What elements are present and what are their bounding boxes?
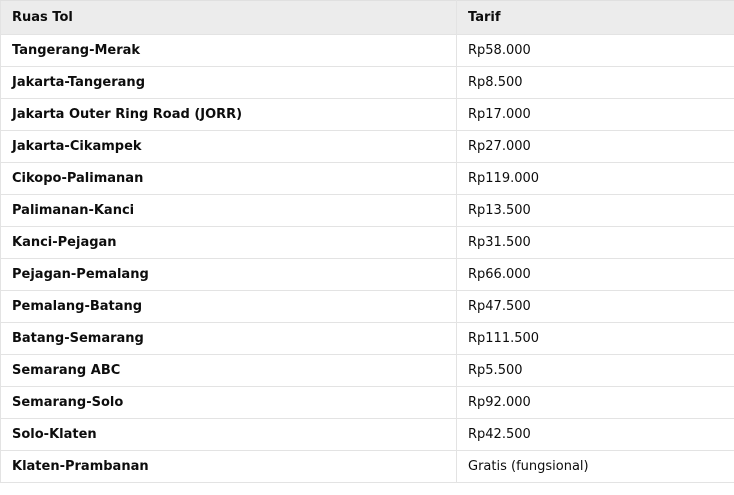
cell-tarif: Rp8.500 xyxy=(456,66,734,99)
cell-ruas-tol: Semarang ABC xyxy=(0,354,457,387)
table-row: Kanci-Pejagan Rp31.500 xyxy=(0,226,734,259)
table-row: Semarang-Solo Rp92.000 xyxy=(0,386,734,419)
cell-tarif: Gratis (fungsional) xyxy=(456,450,734,483)
table-row: Palimanan-Kanci Rp13.500 xyxy=(0,194,734,227)
cell-ruas-tol: Pejagan-Pemalang xyxy=(0,258,457,291)
cell-tarif: Rp27.000 xyxy=(456,130,734,163)
table-row: Jakarta Outer Ring Road (JORR) Rp17.000 xyxy=(0,98,734,131)
cell-ruas-tol: Kanci-Pejagan xyxy=(0,226,457,259)
cell-tarif: Rp17.000 xyxy=(456,98,734,131)
cell-ruas-tol: Klaten-Prambanan xyxy=(0,450,457,483)
table-body: Tangerang-Merak Rp58.000 Jakarta-Tangerang… xyxy=(0,34,734,483)
toll-rate-table: Ruas Tol Tarif Tangerang-Merak Rp58.000 Ja… xyxy=(0,0,734,483)
cell-ruas-tol: Batang-Semarang xyxy=(0,322,457,355)
table-header: Ruas Tol Tarif xyxy=(0,0,734,35)
cell-ruas-tol: Jakarta Outer Ring Road (JORR) xyxy=(0,98,457,131)
table-row: Jakarta-Tangerang Rp8.500 xyxy=(0,66,734,99)
table-row: Solo-Klaten Rp42.500 xyxy=(0,418,734,451)
table-row: Pejagan-Pemalang Rp66.000 xyxy=(0,258,734,291)
cell-ruas-tol: Solo-Klaten xyxy=(0,418,457,451)
cell-tarif: Rp5.500 xyxy=(456,354,734,387)
table-row: Klaten-Prambanan Gratis (fungsional) xyxy=(0,450,734,483)
cell-tarif: Rp119.000 xyxy=(456,162,734,195)
cell-tarif: Rp58.000 xyxy=(456,34,734,67)
cell-tarif: Rp13.500 xyxy=(456,194,734,227)
cell-ruas-tol: Tangerang-Merak xyxy=(0,34,457,67)
table-row: Cikopo-Palimanan Rp119.000 xyxy=(0,162,734,195)
cell-tarif: Rp66.000 xyxy=(456,258,734,291)
cell-ruas-tol: Pemalang-Batang xyxy=(0,290,457,323)
header-ruas-tol: Ruas Tol xyxy=(0,0,457,35)
table-row: Pemalang-Batang Rp47.500 xyxy=(0,290,734,323)
table-row: Tangerang-Merak Rp58.000 xyxy=(0,34,734,67)
cell-tarif: Rp47.500 xyxy=(456,290,734,323)
cell-ruas-tol: Palimanan-Kanci xyxy=(0,194,457,227)
header-row: Ruas Tol Tarif xyxy=(0,0,734,35)
cell-tarif: Rp31.500 xyxy=(456,226,734,259)
cell-ruas-tol: Cikopo-Palimanan xyxy=(0,162,457,195)
table-row: Jakarta-Cikampek Rp27.000 xyxy=(0,130,734,163)
cell-tarif: Rp92.000 xyxy=(456,386,734,419)
header-tarif: Tarif xyxy=(456,0,734,35)
cell-tarif: Rp42.500 xyxy=(456,418,734,451)
table-row: Batang-Semarang Rp111.500 xyxy=(0,322,734,355)
cell-ruas-tol: Jakarta-Tangerang xyxy=(0,66,457,99)
cell-ruas-tol: Jakarta-Cikampek xyxy=(0,130,457,163)
cell-tarif: Rp111.500 xyxy=(456,322,734,355)
table-row: Semarang ABC Rp5.500 xyxy=(0,354,734,387)
cell-ruas-tol: Semarang-Solo xyxy=(0,386,457,419)
